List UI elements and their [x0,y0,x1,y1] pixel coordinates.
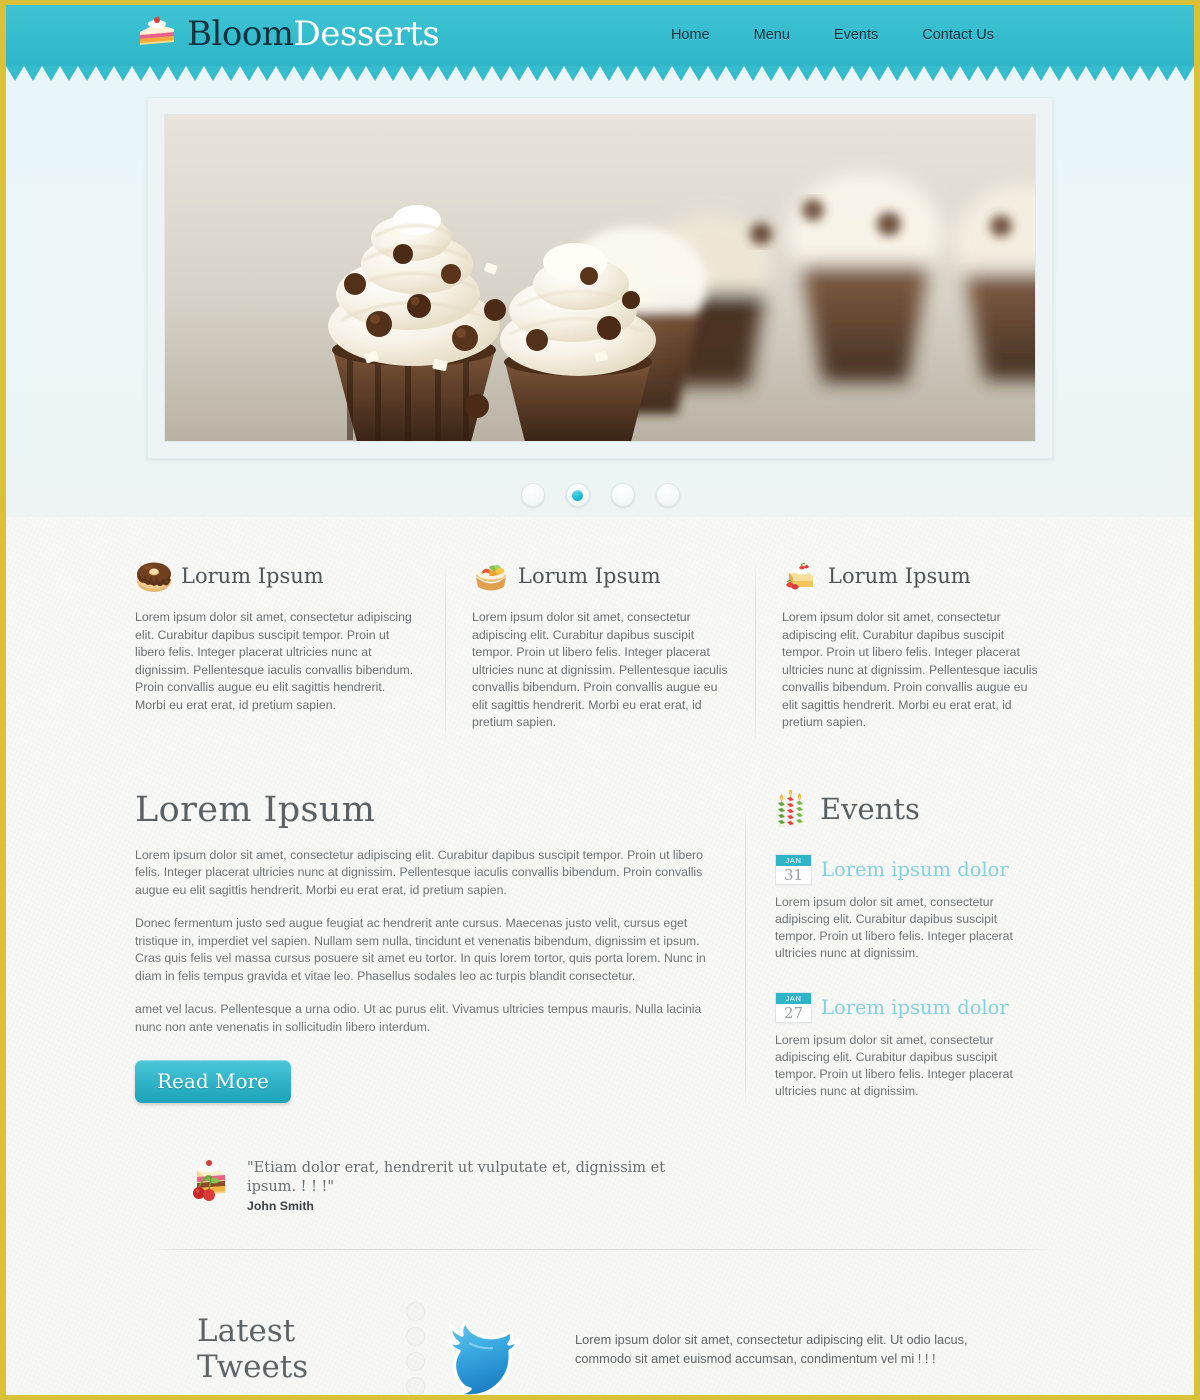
main-nav: Home Menu Events Contact Us [671,27,994,43]
page-frame: BloomDesserts Home Menu Events Contact U… [0,0,1200,1400]
feature-column-1: Lorum Ipsum Lorem ipsum dolor sit amet, … [135,557,445,760]
zigzag-divider [6,66,1194,81]
strawberry-cake-icon [786,563,813,590]
read-more-button[interactable]: Read More [135,1060,291,1103]
nav-item-menu[interactable]: Menu [754,27,790,43]
tweet-text: Lorem ipsum dolor sit amet, consectetur … [575,1332,968,1366]
brand-name-part2: Desserts [293,14,440,54]
nav-item-home[interactable]: Home [671,27,710,43]
testimonial-quote: "Etiam dolor erat, hendrerit ut vulputat… [247,1160,666,1195]
cake-slice-icon [140,16,174,45]
slider-frame [147,97,1053,459]
notebook-rings [397,1302,433,1395]
site-header: BloomDesserts Home Menu Events Contact U… [6,5,1194,81]
cake-slice-cherry-icon [193,1160,225,1201]
ring-icon [405,1352,425,1371]
events-title: Events [820,791,920,826]
features-row: Lorum Ipsum Lorem ipsum dolor sit amet, … [135,553,1065,760]
hero-slider-section [6,67,1194,517]
feature-title: Lorum Ipsum [181,564,324,588]
brand-logo[interactable]: BloomDesserts [134,14,440,54]
fruit-tart-icon [476,564,506,591]
main-paragraph-1: Lorem ipsum dolor sit amet, consectetur … [135,847,703,897]
testimonial-author: John Smith [247,1199,314,1213]
event-item: JAN 31 Lorem ipsum dolor Lorem ipsum dol… [775,853,1033,962]
calendar-badge: JAN 27 [775,991,812,1023]
nav-item-events[interactable]: Events [834,27,878,43]
calendar-month: JAN [776,992,811,1004]
events-header: Events [775,789,1033,828]
ring-icon [405,1377,425,1395]
lower-row: Lorem Ipsum Lorem ipsum dolor sit amet, … [135,760,1065,1214]
ring-icon [405,1327,425,1346]
calendar-day: 31 [783,865,804,884]
twitter-bird-icon[interactable] [439,1303,533,1395]
testimonial-text-block: "Etiam dolor erat, hendrerit ut vulputat… [247,1155,713,1213]
feature-body: Lorem ipsum dolor sit amet, consectetur … [782,610,1038,729]
event-title-link[interactable]: Lorem ipsum dolor [821,996,1009,1019]
event-header: JAN 31 Lorem ipsum dolor [775,853,1033,885]
feature-body: Lorem ipsum dolor sit amet, consectetur … [472,610,728,729]
event-body: Lorem ipsum dolor sit amet, consectetur … [775,894,1013,960]
slider-image[interactable] [164,114,1036,442]
feature-column-3: Lorum Ipsum Lorem ipsum dolor sit amet, … [755,557,1065,760]
brand-text: BloomDesserts [187,14,440,54]
feature-title: Lorum Ipsum [828,564,971,588]
main-paragraph-3: amet vel lacus. Pellentesque a urna odio… [135,1002,702,1034]
slider-dot-3[interactable] [610,483,635,507]
content-area: Lorum Ipsum Lorem ipsum dolor sit amet, … [6,517,1194,1395]
page-title: Lorem Ipsum [135,789,376,830]
slider-dots [6,483,1194,507]
main-paragraph-2: Donec fermentum justo sed augue feugiat … [135,916,706,983]
donut-icon [137,562,171,592]
birthday-candles-icon [778,789,803,827]
events-sidebar: Events JAN 31 Lorem ipsum dolor Lorem ip… [745,789,1033,1214]
event-item: JAN 27 Lorem ipsum dolor Lorem ipsum dol… [775,991,1033,1100]
latest-tweets-section: Latest Tweets Lorem ipsum dolor sit amet… [135,1250,1065,1395]
slider-dot-4[interactable] [655,483,680,507]
event-title-link[interactable]: Lorem ipsum dolor [821,858,1009,881]
event-body: Lorem ipsum dolor sit amet, consectetur … [775,1032,1013,1098]
calendar-day: 27 [783,1003,804,1022]
ring-icon [405,1302,425,1321]
calendar-month: JAN [776,854,811,866]
feature-column-2: Lorum Ipsum Lorem ipsum dolor sit amet, … [445,557,755,760]
feature-header: Lorum Ipsum [472,557,729,595]
feature-header: Lorum Ipsum [135,557,419,595]
brand-name-part1: Bloom [187,14,294,54]
latest-tweets-title: Latest Tweets [197,1313,309,1385]
slider-dot-1[interactable] [520,483,545,507]
event-header: JAN 27 Lorem ipsum dolor [775,991,1033,1023]
feature-body: Lorem ipsum dolor sit amet, consectetur … [135,610,414,712]
calendar-badge: JAN 31 [775,853,812,885]
feature-title: Lorum Ipsum [518,564,661,588]
content-wrap: Lorum Ipsum Lorem ipsum dolor sit amet, … [135,553,1065,1213]
testimonial: "Etiam dolor erat, hendrerit ut vulputat… [187,1155,713,1213]
feature-header: Lorum Ipsum [782,557,1039,595]
slider-dot-2[interactable] [565,483,590,507]
main-content-column: Lorem Ipsum Lorem ipsum dolor sit amet, … [135,789,745,1213]
nav-item-contact-us[interactable]: Contact Us [922,27,994,43]
